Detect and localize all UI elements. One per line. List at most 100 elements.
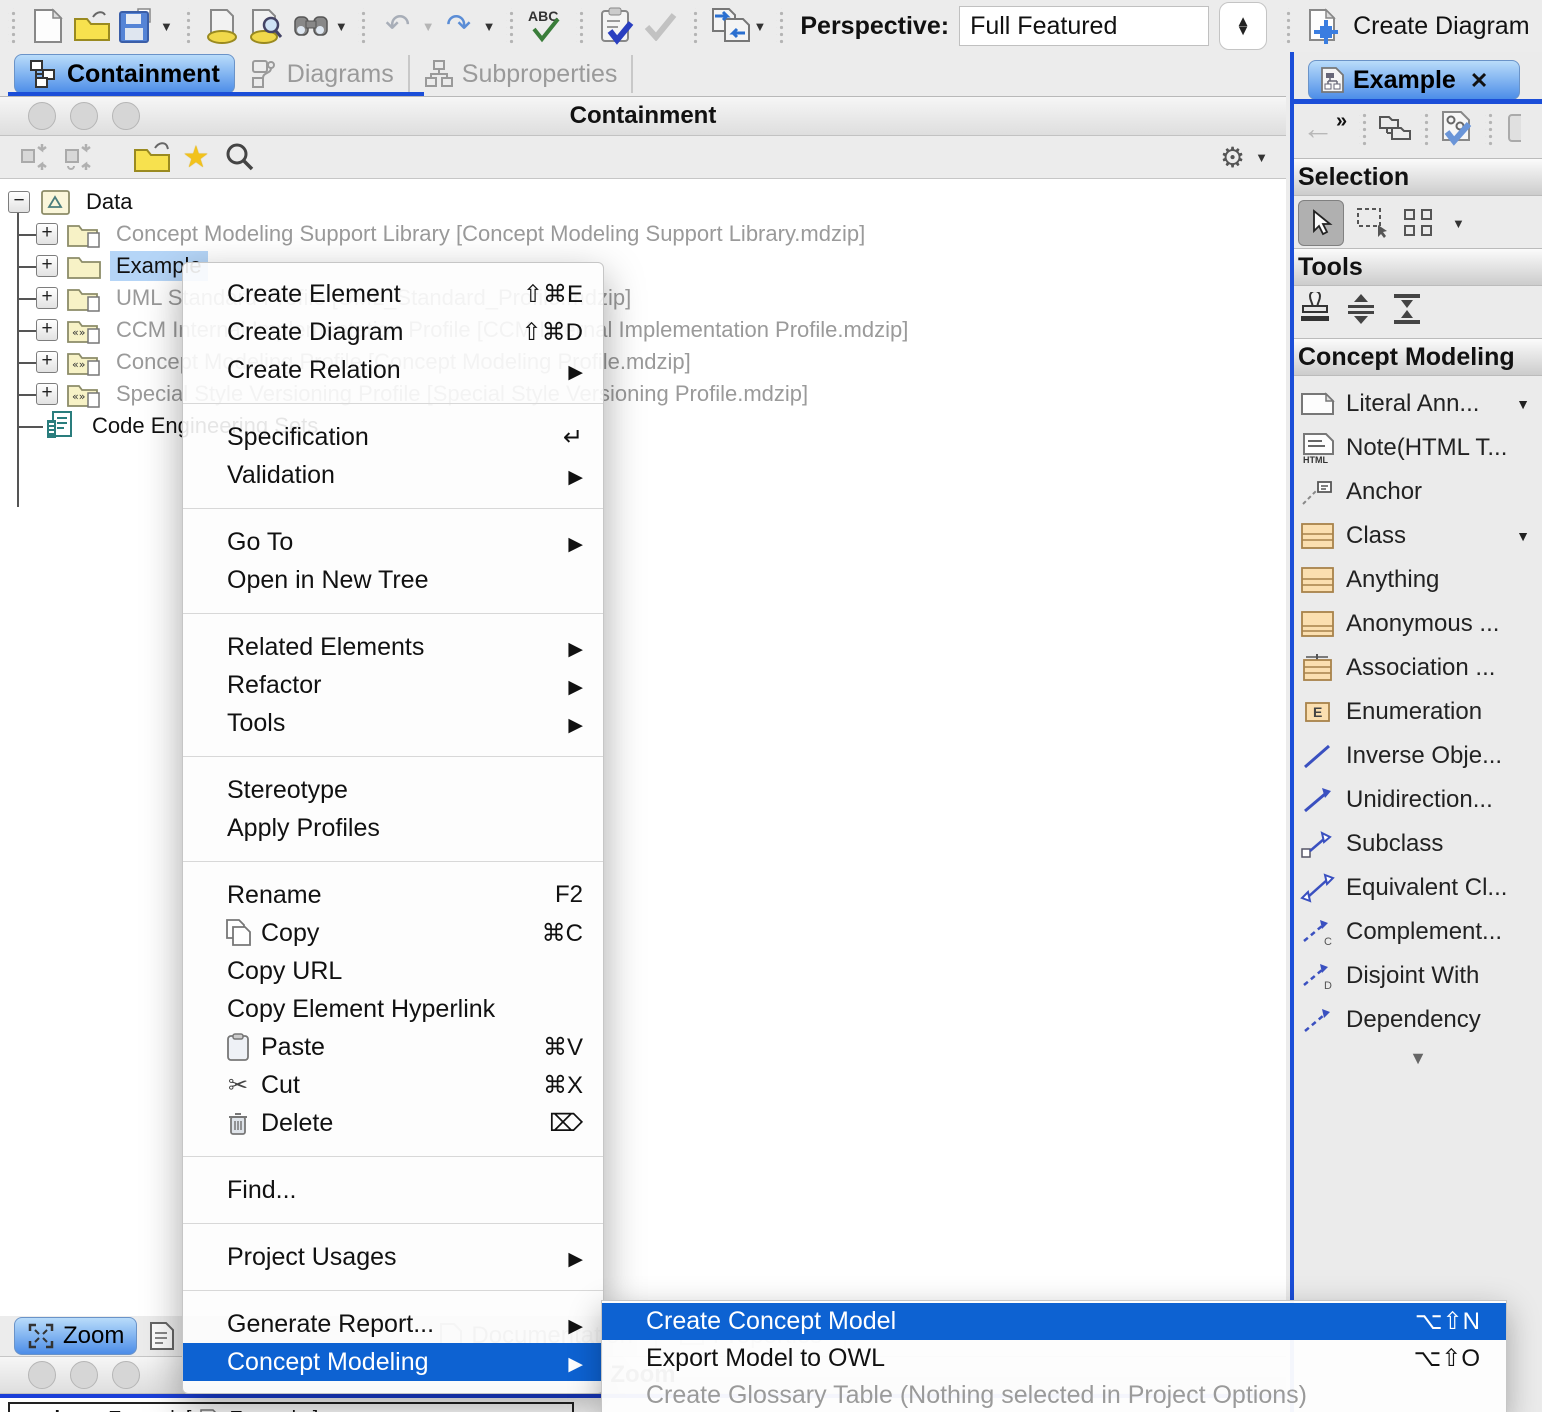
menu-item-create-element[interactable]: Create Element⇧⌘E: [183, 275, 603, 313]
redo-dropdown-icon[interactable]: ▼: [483, 19, 496, 34]
menu-item-create-relation[interactable]: Create Relation: [183, 351, 603, 389]
menu-item-tools[interactable]: Tools: [183, 704, 603, 742]
palette-disjoint-with[interactable]: D Disjoint With: [1300, 954, 1540, 998]
spellcheck-icon[interactable]: ABC: [524, 4, 568, 48]
menu-item-cut[interactable]: ✂Cut⌘X: [183, 1066, 603, 1104]
palette-anonymous-class[interactable]: Anonymous ...: [1300, 602, 1540, 646]
validate-diagram-icon[interactable]: [1439, 110, 1477, 146]
section-header-tools[interactable]: Tools: [1294, 248, 1542, 286]
menu-item-rename[interactable]: RenameF2: [183, 876, 603, 914]
palette-complement-of[interactable]: C Complement...: [1300, 910, 1540, 954]
menu-item-copy-url[interactable]: Copy URL: [183, 952, 603, 990]
open-in-tree-icon[interactable]: [130, 135, 174, 179]
menu-item-refactor[interactable]: Refactor: [183, 666, 603, 704]
palette-dependency[interactable]: Dependency: [1300, 998, 1540, 1042]
selection-dropdown-icon[interactable]: ▼: [1452, 216, 1465, 231]
menu-item-apply-profiles[interactable]: Apply Profiles: [183, 809, 603, 847]
menu-item-copy-element-hyperlink[interactable]: Copy Element Hyperlink: [183, 990, 603, 1028]
close-tab-icon[interactable]: [1464, 66, 1488, 95]
menu-item-open-in-new-tree[interactable]: Open in New Tree: [183, 561, 603, 599]
print-icon[interactable]: [201, 4, 245, 48]
palette-subclass[interactable]: Subclass: [1300, 822, 1540, 866]
undo-icon[interactable]: ↶: [376, 4, 420, 48]
compare-dropdown-icon[interactable]: ▼: [754, 19, 767, 34]
menu-item-concept-modeling[interactable]: Concept Modeling: [183, 1343, 603, 1381]
collapse-selected-icon[interactable]: [58, 135, 102, 179]
expand-expander-icon[interactable]: [36, 223, 58, 245]
redo-icon[interactable]: ↷: [437, 4, 481, 48]
validate-icon[interactable]: [594, 4, 638, 48]
new-project-icon[interactable]: [26, 4, 70, 48]
palette-equivalent-class[interactable]: Equivalent Cl...: [1300, 866, 1540, 910]
back-arrow-icon[interactable]: ←: [1302, 110, 1334, 147]
undo-dropdown-icon[interactable]: ▼: [422, 19, 435, 34]
compress-vertical-icon[interactable]: [1390, 292, 1424, 326]
multi-select-icon[interactable]: [1402, 207, 1438, 239]
collapse-expander-icon[interactable]: [8, 191, 30, 213]
compare-projects-icon[interactable]: [708, 4, 752, 48]
commit-check-icon[interactable]: [638, 4, 682, 48]
tree-row-support-library[interactable]: Concept Modeling Support Library [Concep…: [36, 218, 871, 250]
menu-item-paste[interactable]: Paste⌘V: [183, 1028, 603, 1066]
options-dropdown-icon[interactable]: ▼: [1255, 150, 1268, 165]
distribute-vertical-icon[interactable]: [1344, 292, 1378, 326]
tab-containment[interactable]: Containment: [14, 54, 235, 94]
marquee-select-icon[interactable]: [1356, 207, 1390, 239]
section-header-selection[interactable]: Selection: [1294, 158, 1542, 196]
save-dropdown-icon[interactable]: ▼: [160, 19, 173, 34]
menu-item-go-to[interactable]: Go To: [183, 523, 603, 561]
perspective-stepper[interactable]: ▲▼: [1219, 2, 1267, 50]
create-diagram-icon[interactable]: [1301, 4, 1345, 48]
save-icon[interactable]: [114, 4, 158, 48]
expand-expander-icon[interactable]: [36, 319, 58, 341]
palette-anything[interactable]: Anything: [1300, 558, 1540, 602]
palette-unidirectional-property[interactable]: Unidirection...: [1300, 778, 1540, 822]
menu-item-specification[interactable]: Specification↵: [183, 418, 603, 456]
palette-dropdown-icon[interactable]: ▼: [1516, 396, 1530, 412]
tab-subproperties[interactable]: Subproperties: [410, 55, 634, 93]
menu-item-find[interactable]: Find...: [183, 1171, 603, 1209]
palette-literal-annotation[interactable]: Literal Ann... ▼: [1300, 382, 1540, 426]
palette-inverse-object-property[interactable]: Inverse Obje...: [1300, 734, 1540, 778]
palette-association-class[interactable]: Association ...: [1300, 646, 1540, 690]
menu-item-project-usages[interactable]: Project Usages: [183, 1238, 603, 1276]
submenu-item-export-model-to-owl[interactable]: Export Model to OWL⌥⇧O: [602, 1340, 1506, 1377]
submenu-item-create-concept-model[interactable]: Create Concept Model⌥⇧N: [602, 1303, 1506, 1340]
menu-item-stereotype[interactable]: Stereotype: [183, 771, 603, 809]
section-header-concept-modeling[interactable]: Concept Modeling: [1294, 338, 1542, 376]
expand-expander-icon[interactable]: [36, 255, 58, 277]
palette-enumeration[interactable]: E Enumeration: [1300, 690, 1540, 734]
favorites-icon[interactable]: ★: [174, 135, 218, 179]
palette-scroll-down-icon[interactable]: ▼: [1294, 1048, 1542, 1069]
select-cursor-button[interactable]: [1298, 200, 1344, 246]
menu-item-validation[interactable]: Validation: [183, 456, 603, 494]
tab-zoom[interactable]: Zoom: [14, 1317, 137, 1355]
find-dropdown-icon[interactable]: ▼: [335, 19, 348, 34]
options-gear-icon[interactable]: ⚙: [1220, 141, 1245, 174]
expand-expander-icon[interactable]: [36, 287, 58, 309]
menu-item-copy[interactable]: Copy⌘C: [183, 914, 603, 952]
palette-note-html[interactable]: HTML Note(HTML T...: [1300, 426, 1540, 470]
menu-item-related-elements[interactable]: Related Elements: [183, 628, 603, 666]
palette-anchor[interactable]: Anchor: [1300, 470, 1540, 514]
print-preview-icon[interactable]: [245, 4, 289, 48]
search-icon[interactable]: [218, 135, 262, 179]
overflow-chevron-icon[interactable]: »: [1336, 110, 1347, 133]
show-containment-icon[interactable]: [1377, 111, 1413, 145]
expand-expander-icon[interactable]: [36, 351, 58, 373]
tree-row-data[interactable]: Data: [8, 186, 138, 218]
collapse-all-icon[interactable]: [14, 135, 58, 179]
tab-diagrams[interactable]: Diagrams: [235, 55, 410, 93]
perspective-combobox[interactable]: Full Featured: [959, 6, 1209, 46]
expand-expander-icon[interactable]: [36, 383, 58, 405]
menu-item-delete[interactable]: Delete⌦: [183, 1104, 603, 1142]
create-diagram-button[interactable]: Create Diagram: [1353, 12, 1529, 41]
menu-item-generate-report[interactable]: Generate Report...: [183, 1305, 603, 1343]
palette-dropdown-icon[interactable]: ▼: [1516, 528, 1530, 544]
open-project-icon[interactable]: [70, 4, 114, 48]
palette-class[interactable]: Class ▼: [1300, 514, 1540, 558]
stamp-tool-icon[interactable]: [1298, 292, 1332, 326]
tab-documentation-icon-only[interactable]: [137, 1318, 187, 1354]
menu-item-create-diagram[interactable]: Create Diagram⇧⌘D: [183, 313, 603, 351]
find-icon[interactable]: [289, 4, 333, 48]
